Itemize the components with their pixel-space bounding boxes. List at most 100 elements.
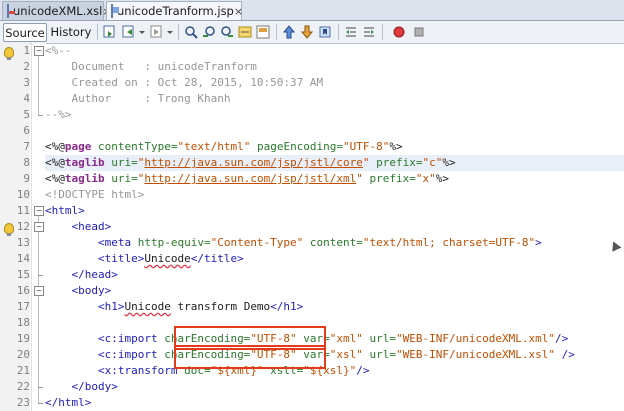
attribute-value: "WEB-INF/unicodeXML.xml" <box>396 332 555 345</box>
code-line-15: </head> <box>45 267 117 283</box>
code-line-8: <%@taglib uri= "http://java.sun.com/jsp/j… <box>45 155 456 171</box>
toggle-highlight-search-icon[interactable] <box>238 25 252 39</box>
taglib-uri-link[interactable]: http://java.sun.com/jsp/jstl/xml <box>144 172 356 185</box>
fold-collapse-icon[interactable]: − <box>34 222 44 232</box>
tag-close: /> <box>555 332 569 345</box>
history-view-button[interactable]: History <box>49 23 93 40</box>
line-number: 2 <box>23 60 30 73</box>
toolbar-separator <box>178 24 179 40</box>
toggle-rectangular-selection-icon[interactable] <box>256 25 270 39</box>
fold-collapse-icon[interactable]: − <box>34 46 44 56</box>
line-number: 8 <box>23 156 30 169</box>
title-open-tag: <title> <box>45 252 145 265</box>
last-edit-icon[interactable] <box>103 25 117 39</box>
fold-gutter: − − − − <box>31 43 46 411</box>
fold-line <box>38 56 39 115</box>
line-number: 16 <box>16 284 30 297</box>
attribute-value: "Content-Type" <box>210 236 304 249</box>
code-editor[interactable]: <%-- Document : unicodeTranform Created … <box>45 43 624 411</box>
line-number: 11 <box>16 204 30 217</box>
directive-open: <%@ <box>45 172 65 185</box>
line-number: 17 <box>16 300 30 313</box>
chevron-down-icon[interactable] <box>138 25 146 39</box>
line-number: 15 <box>16 268 30 281</box>
directive-name: page <box>64 140 92 153</box>
attribute-value: "c" <box>422 156 443 169</box>
shift-line-right-icon[interactable] <box>362 25 376 39</box>
body-close-tag: </body> <box>45 380 118 393</box>
fold-end <box>38 387 43 388</box>
code-line-5: --%> <box>45 107 72 123</box>
line-number: 9 <box>23 172 30 185</box>
taglib-uri-link[interactable]: http://java.sun.com/jsp/jstl/core <box>144 156 363 169</box>
attribute-name: contentType= <box>91 140 178 153</box>
back-history-icon[interactable] <box>122 25 136 39</box>
attribute-value: "text/html; charset=UTF-8" <box>362 236 536 249</box>
fold-end <box>38 403 43 404</box>
line-number: 7 <box>23 140 30 153</box>
h1-open-tag: <h1> <box>45 300 125 313</box>
find-icon[interactable] <box>184 25 198 39</box>
directive-close: %> <box>435 172 450 185</box>
toolbar-separator <box>338 24 339 40</box>
code-line-9: <%@taglib uri= "http://java.sun.com/jsp/j… <box>45 171 449 187</box>
comment-text: unicodeTranform <box>157 60 257 73</box>
tab-unicodetranform-jsp[interactable]: unicodeTranform.jsp × <box>106 1 243 20</box>
editor-tab-bar: unicodeXML.xsl × unicodeTranform.jsp × <box>0 0 624 21</box>
fold-collapse-icon[interactable]: − <box>34 206 44 216</box>
attribute-name: uri= <box>104 156 138 169</box>
chevron-down-icon[interactable] <box>166 25 174 39</box>
attribute-name: prefix= <box>362 172 416 185</box>
attribute-name: url= <box>362 348 397 361</box>
toolbar-separator <box>97 24 98 40</box>
doctype-declaration: <!DOCTYPE html> <box>45 188 145 201</box>
h1-close-tag: </h1> <box>270 300 304 313</box>
source-view-button[interactable]: Source <box>3 23 47 42</box>
attribute-value: "xml" <box>329 332 363 345</box>
code-line-22: </body> <box>45 379 118 395</box>
code-line-14: <title>Unicode</title> <box>45 251 244 267</box>
directive-open: <%@ <box>45 140 65 153</box>
toggle-bookmark-icon[interactable] <box>318 25 332 39</box>
directive-name: taglib <box>64 172 105 185</box>
head-open-tag: <head> <box>45 220 112 233</box>
attribute-name: prefix= <box>369 156 423 169</box>
line-number: 13 <box>16 236 30 249</box>
attribute-value: "xsl" <box>329 348 363 361</box>
code-line-3: Created on : Oct 28, 2015, 10:50:37 AM <box>45 75 323 91</box>
fold-collapse-icon[interactable]: − <box>34 286 44 296</box>
line-number: 3 <box>23 76 30 89</box>
start-macro-recording-icon[interactable] <box>392 25 406 39</box>
close-tab-icon[interactable]: × <box>234 5 243 18</box>
jsp-comment-close: --%> <box>45 108 72 121</box>
code-line-2: Document : unicodeTranform <box>45 59 257 75</box>
comment-text: Document : <box>45 60 158 73</box>
stop-macro-recording-icon[interactable] <box>412 25 426 39</box>
line-number: 5 <box>23 108 30 121</box>
fold-line <box>38 216 39 403</box>
line-number-gutter: 1 2 3 4 5 6 7 8 9 10 11 12 13 14 15 16 17 18 19 20 21 22 23 <box>17 43 30 411</box>
shift-line-left-icon[interactable] <box>344 25 358 39</box>
find-next-icon[interactable] <box>220 25 234 39</box>
tag-close: > <box>535 236 542 249</box>
directive-close: %> <box>442 156 456 169</box>
forward-history-icon[interactable] <box>150 25 164 39</box>
next-bookmark-icon[interactable] <box>300 25 314 39</box>
html-close-tag: </html> <box>45 396 92 409</box>
body-open-tag: <body> <box>45 284 112 297</box>
previous-bookmark-icon[interactable] <box>282 25 296 39</box>
attribute-value: "WEB-INF/unicodeXML.xsl" <box>396 348 555 361</box>
code-line-16: <body> <box>45 283 111 299</box>
attribute-name: uri= <box>104 172 138 185</box>
title-text: Unicode <box>144 252 191 265</box>
attribute-value: "UTF-8" <box>343 140 390 153</box>
line-number: 19 <box>16 332 30 345</box>
code-line-1: <%-- <box>45 43 72 59</box>
code-line-13: <meta http-equiv="Content-Type" content=… <box>45 235 542 251</box>
annotation-highlight-box <box>174 345 326 369</box>
find-previous-icon[interactable] <box>202 25 216 39</box>
html-open-tag: <html> <box>45 204 85 217</box>
directive-name: taglib <box>64 156 105 169</box>
xsl-file-icon <box>7 4 15 18</box>
tab-unicodexml-xsl[interactable]: unicodeXML.xsl × <box>2 1 112 20</box>
